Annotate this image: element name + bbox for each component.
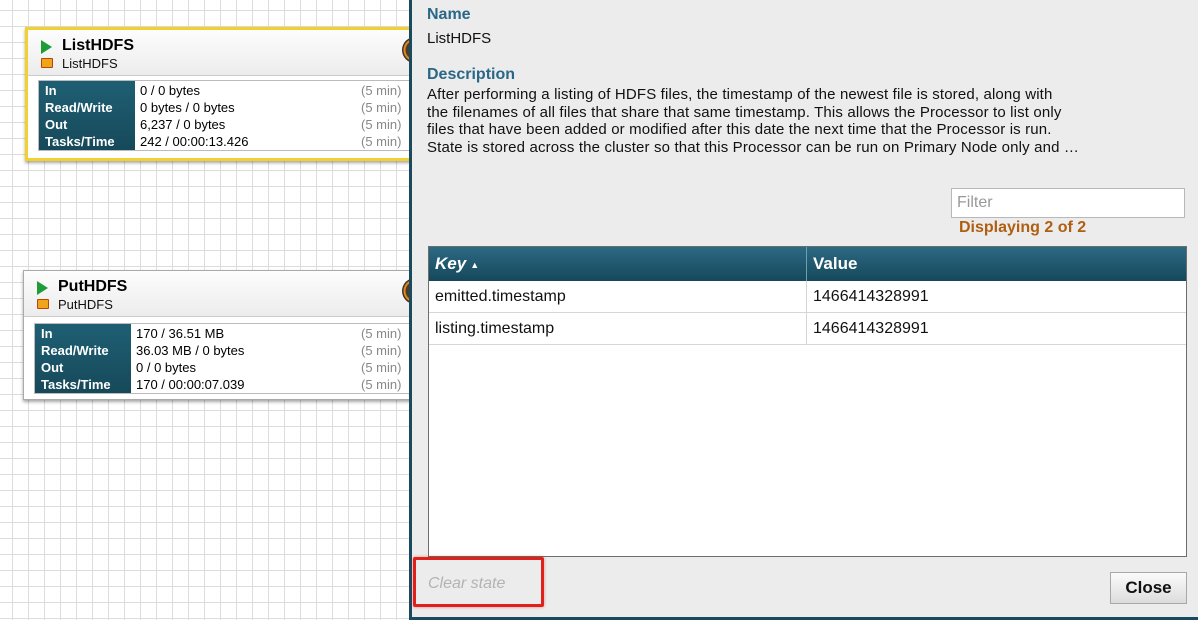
stat-value-in: 0 / 0 bytes	[140, 83, 200, 98]
stats-values: 0 / 0 bytes 0 bytes / 0 bytes 6,237 / 0 …	[135, 81, 361, 150]
stat-value-readwrite: 0 bytes / 0 bytes	[140, 100, 235, 115]
stat-window: (5 min)	[361, 360, 402, 375]
stat-label-tasks: Tasks/Time	[45, 134, 115, 149]
stat-window: (5 min)	[361, 117, 402, 132]
column-header-key[interactable]: Key ▲	[429, 247, 807, 281]
stats-labels: In Read/Write Out Tasks/Time	[35, 324, 131, 393]
stat-label-out: Out	[41, 360, 64, 375]
bundle-icon	[41, 58, 53, 68]
processor-type: ListHDFS	[62, 56, 118, 71]
processor-listhdfs[interactable]: ListHDFS ListHDFS In Read/Write Out Task…	[25, 27, 428, 161]
stat-window: (5 min)	[361, 134, 402, 149]
stat-window: (5 min)	[361, 83, 402, 98]
processor-puthdfs[interactable]: PutHDFS PutHDFS In Read/Write Out Tasks/…	[23, 270, 428, 400]
description-line: files that have been added or modified a…	[427, 121, 1052, 138]
stat-value-in: 170 / 36.51 MB	[136, 326, 225, 341]
name-label: Name	[427, 6, 471, 23]
stat-value-out: 6,237 / 0 bytes	[140, 117, 226, 132]
name-value: ListHDFS	[427, 30, 492, 47]
processor-header: ListHDFS ListHDFS	[28, 30, 428, 76]
display-count: Displaying 2 of 2	[959, 219, 1087, 236]
processor-name: PutHDFS	[58, 278, 128, 295]
row-key: emitted.timestamp	[429, 281, 807, 312]
stat-label-in: In	[45, 83, 57, 98]
stat-label-in: In	[41, 326, 53, 341]
state-table: Key ▲ Value emitted.timestamp 14664143289…	[428, 246, 1187, 557]
stats-windows: (5 min) (5 min) (5 min) (5 min)	[361, 81, 411, 150]
processor-name: ListHDFS	[62, 37, 134, 54]
table-row[interactable]: listing.timestamp 1466414328991	[429, 313, 1186, 345]
running-icon	[41, 40, 52, 54]
stat-label-tasks: Tasks/Time	[41, 377, 111, 392]
column-header-value[interactable]: Value	[807, 247, 1186, 281]
stat-value-readwrite: 36.03 MB / 0 bytes	[136, 343, 245, 358]
processor-stats: In Read/Write Out Tasks/Time 170 / 36.51…	[34, 323, 412, 394]
processor-header: PutHDFS PutHDFS	[24, 271, 428, 317]
clear-state-link[interactable]: Clear state	[428, 575, 505, 593]
stat-window: (5 min)	[361, 343, 402, 358]
processor-stats: In Read/Write Out Tasks/Time 0 / 0 bytes…	[38, 80, 412, 151]
description-label: Description	[427, 66, 516, 83]
description-text: After performing a listing of HDFS files…	[427, 86, 1187, 156]
bundle-icon	[37, 299, 49, 309]
description-line: After performing a listing of HDFS files…	[427, 86, 1053, 103]
close-button[interactable]: Close	[1110, 572, 1187, 604]
component-state-dialog: Name ListHDFS Description After performi…	[409, 0, 1198, 620]
stats-values: 170 / 36.51 MB 36.03 MB / 0 bytes 0 / 0 …	[131, 324, 361, 393]
stat-label-out: Out	[45, 117, 68, 132]
stat-value-tasks: 170 / 00:00:07.039	[136, 377, 245, 392]
stat-window: (5 min)	[361, 377, 402, 392]
running-icon	[37, 281, 48, 295]
stat-label-readwrite: Read/Write	[45, 100, 113, 115]
stat-label-readwrite: Read/Write	[41, 343, 109, 358]
description-line: the filenames of all files that share th…	[427, 103, 1062, 121]
row-value: 1466414328991	[813, 288, 929, 305]
filter-input[interactable]	[951, 188, 1185, 218]
key-header-label: Key	[435, 254, 467, 273]
row-value: 1466414328991	[813, 320, 929, 337]
description-line: State is stored across the cluster so th…	[427, 138, 1080, 156]
stat-value-out: 0 / 0 bytes	[136, 360, 196, 375]
row-key: listing.timestamp	[429, 313, 807, 344]
stat-value-tasks: 242 / 00:00:13.426	[140, 134, 249, 149]
table-header: Key ▲ Value	[429, 247, 1186, 281]
stat-window: (5 min)	[361, 326, 402, 341]
sort-ascending-icon: ▲	[470, 259, 480, 270]
stats-windows: (5 min) (5 min) (5 min) (5 min)	[361, 324, 411, 393]
table-row[interactable]: emitted.timestamp 1466414328991	[429, 281, 1186, 313]
stat-window: (5 min)	[361, 100, 402, 115]
processor-type: PutHDFS	[58, 297, 113, 312]
stats-labels: In Read/Write Out Tasks/Time	[39, 81, 135, 150]
